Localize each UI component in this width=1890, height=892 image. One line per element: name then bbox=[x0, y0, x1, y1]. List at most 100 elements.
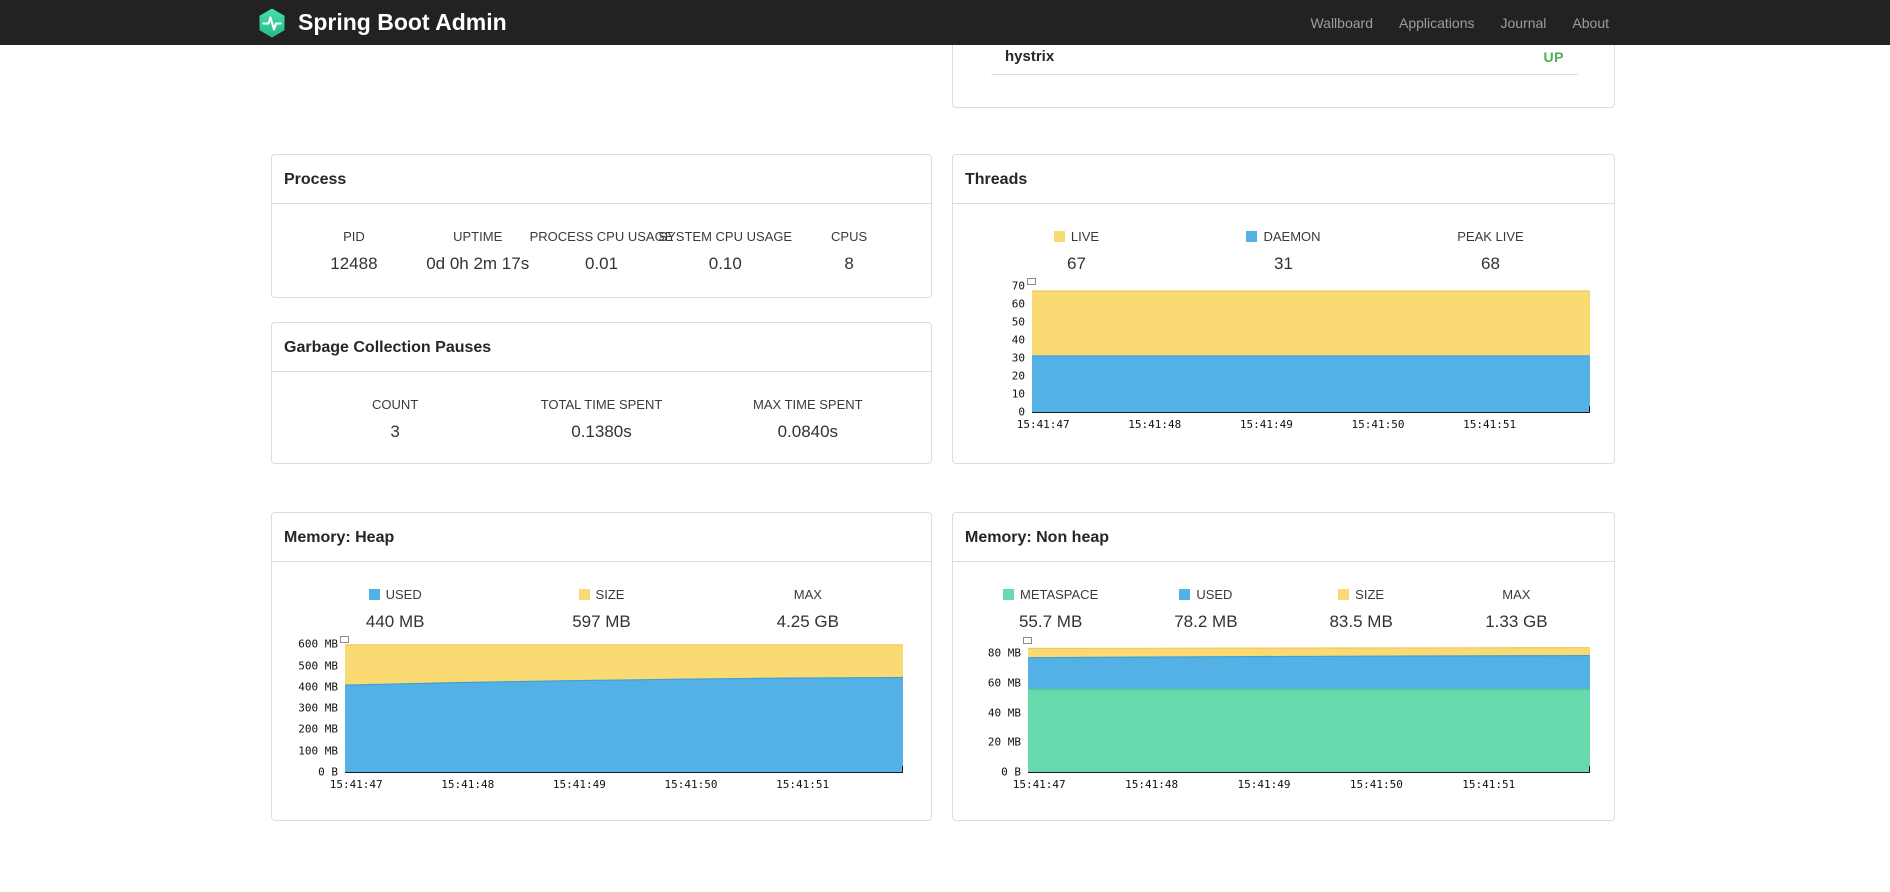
legend-value: 78.2 MB bbox=[1174, 612, 1238, 631]
legend-used: USED 78.2 MB bbox=[1128, 587, 1283, 632]
legend-text: DAEMON bbox=[1263, 229, 1321, 244]
stat-label: TOTAL TIME SPENT bbox=[540, 397, 663, 412]
stat-value: 0.10 bbox=[708, 254, 742, 273]
legend-label: SIZE bbox=[1284, 587, 1439, 602]
stat-value: 3 bbox=[390, 422, 400, 441]
heap-chart-plot bbox=[345, 640, 903, 772]
nav-link-applications[interactable]: Applications bbox=[1386, 15, 1488, 31]
gc-stats: COUNT 3 TOTAL TIME SPENT 0.1380s MAX TIM… bbox=[272, 372, 931, 464]
legend-live: LIVE 67 bbox=[973, 229, 1180, 274]
nav-links: Wallboard Applications Journal About bbox=[1297, 15, 1622, 31]
nav-link-about[interactable]: About bbox=[1559, 15, 1622, 31]
legend-text: SIZE bbox=[595, 587, 625, 602]
navbar: Spring Boot Admin Wallboard Applications… bbox=[0, 0, 1890, 45]
stat-label: CPUS bbox=[831, 229, 868, 244]
threads-card: Threads LIVE 67 DAEMON 31 PEAK LIVE 68 0… bbox=[952, 154, 1615, 464]
brand-title: Spring Boot Admin bbox=[298, 9, 507, 35]
legend-label: USED bbox=[292, 587, 498, 602]
legend-value: 1.33 GB bbox=[1485, 612, 1548, 631]
axis-end-tick bbox=[1589, 766, 1590, 772]
nav-link-wallboard[interactable]: Wallboard bbox=[1297, 15, 1386, 31]
legend-value: 597 MB bbox=[572, 612, 631, 631]
gc-card-title: Garbage Collection Pauses bbox=[272, 323, 931, 372]
threads-chart: 0 10 20 30 40 50 60 70 15:41:47 15:41:48 15:41:49… bbox=[1012, 278, 1590, 431]
legend-value: 4.25 GB bbox=[776, 612, 839, 631]
stat-value: 0.0840s bbox=[777, 422, 839, 441]
legend-size: SIZE 83.5 MB bbox=[1284, 587, 1439, 632]
stat-value: 0d 0h 2m 17s bbox=[426, 254, 530, 273]
legend-text: LIVE bbox=[1070, 229, 1100, 244]
stat-value: 12488 bbox=[330, 254, 378, 273]
axis-end-tick bbox=[1589, 406, 1590, 412]
heap-chart: 0 B 100 MB 200 MB 300 MB 400 MB 500 MB 600 MB … bbox=[298, 636, 903, 791]
spring-boot-admin-logo-icon bbox=[257, 8, 287, 38]
legend-value: 68 bbox=[1481, 254, 1500, 273]
heap-card-title: Memory: Heap bbox=[272, 513, 931, 562]
stat-cpus: CPUS 8 bbox=[787, 229, 911, 274]
memory-heap-card: Memory: Heap USED 440 MB SIZE 597 MB MAX… bbox=[271, 512, 932, 821]
gc-pauses-card: Garbage Collection Pauses COUNT 3 TOTAL … bbox=[271, 322, 932, 464]
legend-label: USED bbox=[1128, 587, 1283, 602]
size-legend-swatch-icon bbox=[1338, 589, 1350, 600]
threads-chart-plot bbox=[1032, 282, 1590, 412]
stat-value: 0.1380s bbox=[571, 422, 632, 441]
axis-notch bbox=[1027, 278, 1036, 285]
axis-notch bbox=[340, 636, 349, 643]
legend-label: DAEMON bbox=[1180, 229, 1387, 244]
stat-value: 8 bbox=[844, 254, 854, 273]
live-legend-swatch-icon bbox=[1053, 231, 1065, 242]
brand-link[interactable]: Spring Boot Admin bbox=[257, 8, 507, 38]
axis-end-tick bbox=[902, 766, 903, 772]
legend-value: 67 bbox=[1067, 254, 1086, 273]
legend-label: MAX bbox=[1439, 587, 1594, 602]
legend-max: MAX 1.33 GB bbox=[1439, 587, 1594, 632]
legend-label: SIZE bbox=[498, 587, 704, 602]
process-card: Process PID 12488 UPTIME 0d 0h 2m 17s PR… bbox=[271, 154, 932, 298]
legend-daemon: DAEMON 31 bbox=[1180, 229, 1387, 274]
metaspace-legend-swatch-icon bbox=[1002, 589, 1014, 600]
legend-label: MAX bbox=[705, 587, 911, 602]
stat-system-cpu: SYSTEM CPU USAGE 0.10 bbox=[658, 229, 793, 274]
legend-value: 83.5 MB bbox=[1329, 612, 1393, 631]
legend-size: SIZE 597 MB bbox=[498, 587, 704, 632]
nonheap-card-title: Memory: Non heap bbox=[953, 513, 1614, 562]
navbar-inner: Spring Boot Admin Wallboard Applications… bbox=[0, 0, 1890, 45]
process-stats: PID 12488 UPTIME 0d 0h 2m 17s PROCESS CP… bbox=[272, 204, 931, 296]
legend-value: 440 MB bbox=[365, 612, 425, 631]
legend-label: METASPACE bbox=[973, 587, 1128, 602]
stat-pid: PID 12488 bbox=[292, 229, 416, 274]
legend-value: 31 bbox=[1274, 254, 1293, 273]
stat-gc-total-time: TOTAL TIME SPENT 0.1380s bbox=[498, 397, 704, 442]
application-name-link[interactable]: hystrix bbox=[1005, 48, 1054, 65]
size-legend-swatch-icon bbox=[578, 589, 590, 600]
threads-card-title: Threads bbox=[953, 155, 1614, 204]
legend-max: MAX 4.25 GB bbox=[705, 587, 911, 632]
stat-process-cpu: PROCESS CPU USAGE 0.01 bbox=[529, 229, 674, 274]
legend-text: USED bbox=[385, 587, 422, 602]
stat-gc-max-time: MAX TIME SPENT 0.0840s bbox=[705, 397, 911, 442]
nonheap-chart-plot bbox=[1028, 641, 1590, 772]
legend-label: LIVE bbox=[973, 229, 1180, 244]
used-legend-swatch-icon bbox=[368, 589, 380, 600]
nav-link-journal[interactable]: Journal bbox=[1487, 15, 1559, 31]
legend-text: MAX bbox=[793, 587, 822, 602]
application-status-badge: UP bbox=[1543, 48, 1564, 65]
stat-label: PROCESS CPU USAGE bbox=[529, 229, 674, 244]
legend-text: PEAK LIVE bbox=[1457, 229, 1524, 244]
stat-label: COUNT bbox=[372, 397, 419, 412]
legend-text: MAX bbox=[1502, 587, 1531, 602]
stat-label: UPTIME bbox=[453, 229, 503, 244]
legend-text: SIZE bbox=[1355, 587, 1385, 602]
legend-label: PEAK LIVE bbox=[1387, 229, 1594, 244]
legend-peak-live: PEAK LIVE 68 bbox=[1387, 229, 1594, 274]
process-card-title: Process bbox=[272, 155, 931, 204]
daemon-legend-swatch-icon bbox=[1246, 231, 1258, 242]
legend-used: USED 440 MB bbox=[292, 587, 498, 632]
legend-value: 55.7 MB bbox=[1018, 612, 1083, 631]
legend-text: METASPACE bbox=[1019, 587, 1099, 602]
memory-nonheap-card: Memory: Non heap METASPACE 55.7 MB USED … bbox=[952, 512, 1615, 821]
stat-gc-count: COUNT 3 bbox=[292, 397, 498, 442]
stat-label: SYSTEM CPU USAGE bbox=[658, 229, 793, 244]
legend-metaspace: METASPACE 55.7 MB bbox=[973, 587, 1128, 632]
stat-value: 0.01 bbox=[584, 254, 619, 273]
